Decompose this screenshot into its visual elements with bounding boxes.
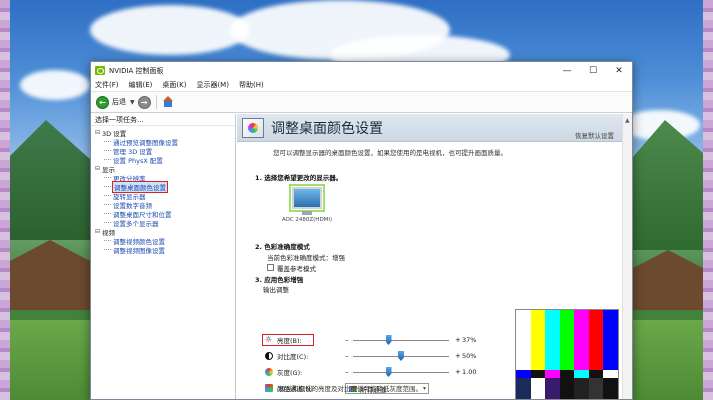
contrast-icon [265,352,273,360]
brightness-value: 37% [462,336,477,344]
tree-item-physx[interactable]: 设置 PhysX 配置 [95,155,235,165]
brightness-row: ☼ 亮度(B): – + 37% [237,333,497,347]
brightness-label: 亮度(B): [277,337,302,345]
contrast-label: 对比度(C): [277,353,309,361]
cloud [20,70,90,100]
menu-file[interactable]: 文件(F) [95,80,119,90]
maximize-button[interactable]: ☐ [580,62,606,79]
collapse-icon[interactable]: ⊟ [95,165,102,172]
brightness-decrease[interactable]: – [345,336,349,344]
gamma-increase[interactable]: + [455,368,461,376]
forward-arrow-icon[interactable]: → [137,95,151,109]
close-button[interactable]: ✕ [606,62,632,79]
brightness-slider-thumb[interactable] [385,335,392,345]
task-tree: ⊟ 3D 设置 通过预览调整图像设置 管理 3D 设置 设置 PhysX 配置 ⊟… [91,126,235,255]
decorative-frame-left [0,0,10,400]
menu-desktop[interactable]: 桌面(K) [162,80,186,90]
contrast-row: 对比度(C): – + 50% [237,349,497,363]
decorative-frame-right [703,0,713,400]
window-title: NVIDIA 控制面板 [109,66,164,75]
tree-item-multi-display[interactable]: 设置多个显示器 [95,218,235,228]
task-pane-heading: 选择一项任务... [91,114,235,126]
mountain [620,120,710,250]
minimize-button[interactable]: — [554,62,580,79]
gamma-value: 1.00 [462,368,477,376]
gamma-decrease[interactable]: – [345,368,349,376]
menubar: 文件(F) 编辑(E) 桌面(K) 显示器(M) 帮助(H) [91,79,632,92]
back-button-label[interactable]: 后退 [112,97,126,107]
menu-display[interactable]: 显示器(M) [196,80,229,90]
contrast-increase[interactable]: + [455,352,461,360]
brightness-slider-track[interactable] [353,340,449,341]
home-icon[interactable] [162,96,174,108]
menu-help[interactable]: 帮助(H) [239,80,264,90]
back-arrow-icon[interactable]: ← [96,95,109,109]
menu-edit[interactable]: 编辑(E) [129,80,153,90]
contrast-slider-thumb[interactable] [398,351,404,361]
gamma-row: 灰度(G): – + 1.00 [237,365,497,379]
brightness-icon: ☼ [265,335,273,344]
brightness-increase[interactable]: + [455,336,461,344]
collapse-icon[interactable]: ⊟ [95,228,102,235]
back-dropdown-icon[interactable]: ▼ [130,99,135,106]
mountain [10,120,100,240]
cloud [90,5,250,55]
task-pane: 选择一项任务... ⊟ 3D 设置 通过预览调整图像设置 管理 3D 设置 设置 … [91,114,236,399]
tree-item-video-image[interactable]: 调整视频图像设置 [95,245,235,255]
cabin [633,250,703,310]
adjustment-note: 极高和极低的亮度及对比度值可能降低灰度范围。 [279,385,422,393]
contrast-value: 50% [462,352,477,360]
adjustment-area: ☼ 亮度(B): – + 37% 对比度(C): – + 50% 灰度(G): … [237,113,622,400]
collapse-icon[interactable]: ⊟ [95,129,102,136]
titlebar: NVIDIA 控制面板 — ☐ ✕ [91,62,632,79]
toolbar-separator [155,95,157,109]
gamma-slider-thumb[interactable] [385,367,392,377]
scroll-up-icon[interactable]: ▲ [625,117,630,124]
contrast-decrease[interactable]: – [345,352,349,360]
gamma-slider-track[interactable] [353,372,449,373]
test-pattern-preview [515,309,619,400]
gamma-icon [265,368,273,376]
nvidia-logo-icon [95,66,105,75]
vertical-scrollbar[interactable]: ▲ [622,114,632,399]
cabin [10,240,90,310]
toolbar: ← 后退 ▼ → [91,92,632,113]
gamma-label: 灰度(G): [277,369,303,377]
